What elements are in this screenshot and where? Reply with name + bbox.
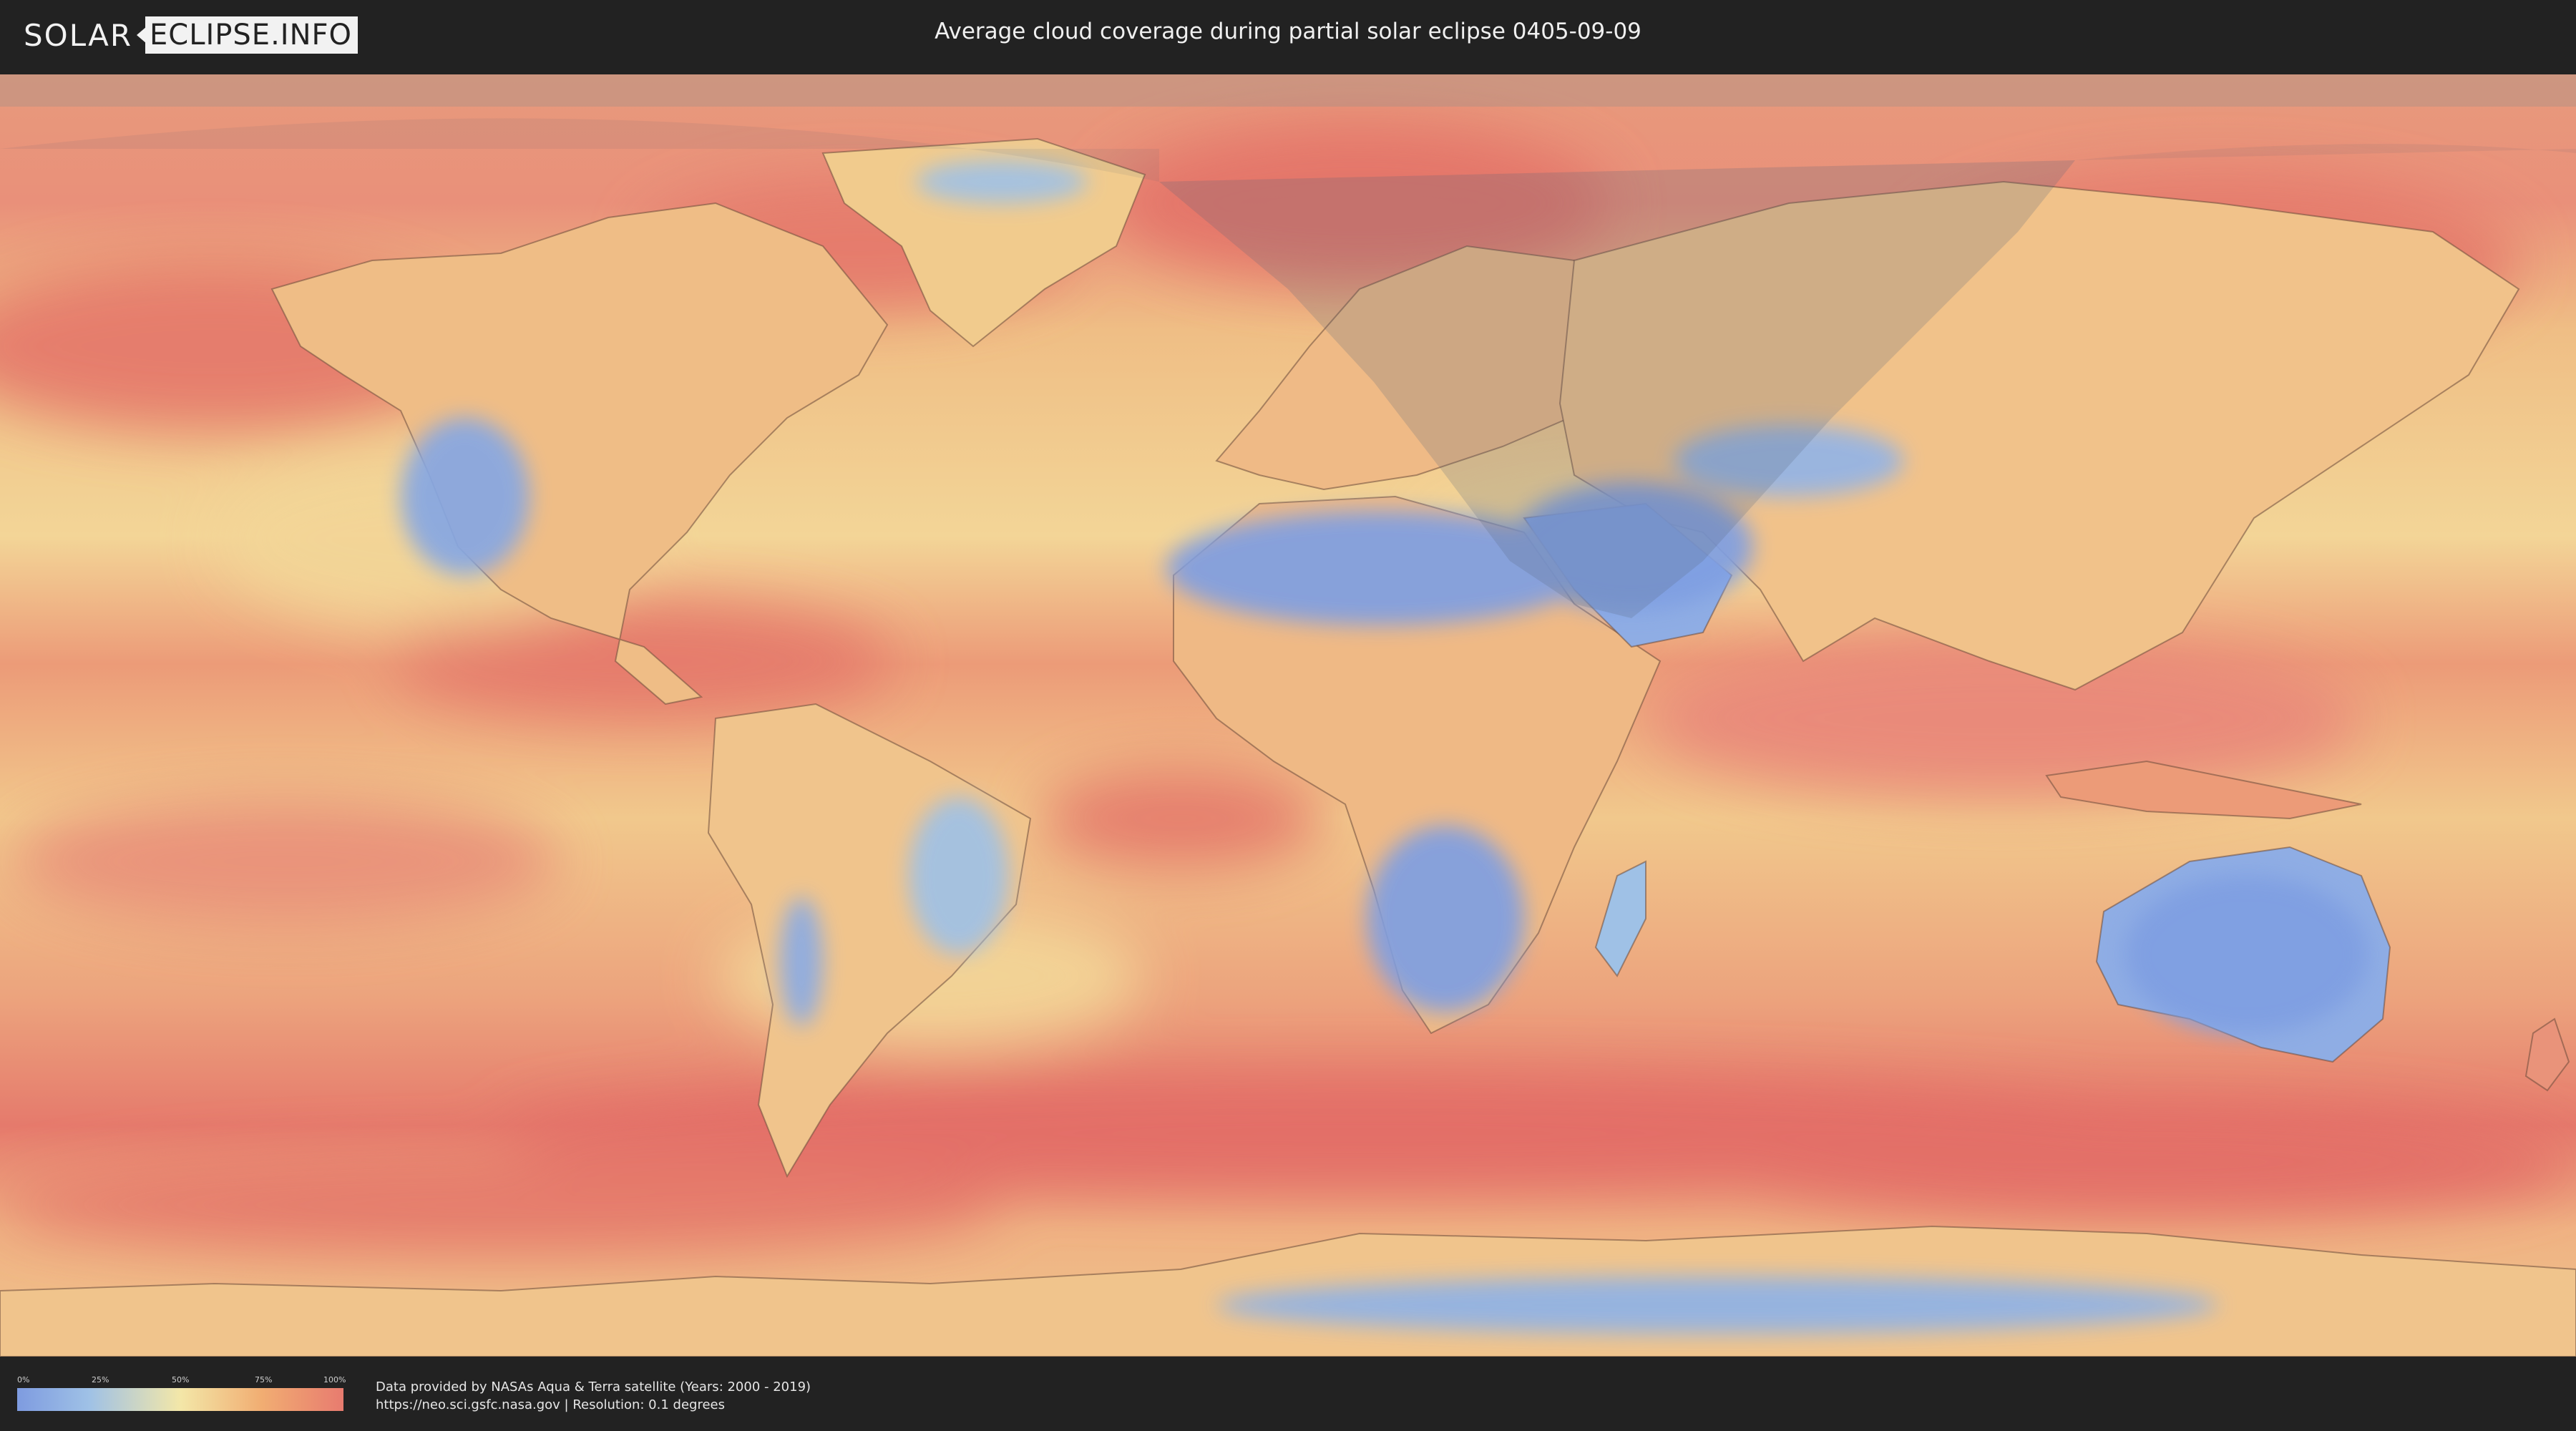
page-title: Average cloud coverage during partial so… (935, 19, 1641, 44)
clear-australia (2125, 876, 2368, 1033)
legend-tick-75: 75% (255, 1375, 273, 1384)
legend-tick-100: 100% (323, 1375, 346, 1384)
map-canvas (0, 74, 2576, 1357)
color-legend: 0% 25% 50% 75% 100% (17, 1375, 346, 1414)
clear-brazil (909, 797, 1009, 954)
legend-tick-25: 25% (92, 1375, 109, 1384)
clear-southern-africa (1367, 826, 1524, 1012)
header-bar: SOLAR ECLIPSE.INFO Average cloud coverag… (0, 0, 2576, 73)
legend-tick-0: 0% (17, 1375, 30, 1384)
clear-atacama (780, 897, 823, 1026)
credits-line-1: Data provided by NASAs Aqua & Terra sate… (376, 1379, 811, 1395)
credits-line-2[interactable]: https://neo.sci.gsfc.nasa.gov | Resoluti… (376, 1396, 811, 1414)
legend-tick-50: 50% (172, 1375, 190, 1384)
clear-greenland-north (916, 160, 1088, 203)
polar-band (0, 74, 2576, 107)
clear-us-southwest (401, 418, 530, 575)
data-credits: Data provided by NASAs Aqua & Terra sate… (376, 1378, 811, 1414)
cloud-coverage-map[interactable] (0, 74, 2576, 1357)
legend-ticks: 0% 25% 50% 75% 100% (17, 1375, 346, 1385)
legend-gradient-bar (17, 1388, 343, 1411)
clear-antarctic-plateau (1216, 1276, 2218, 1334)
